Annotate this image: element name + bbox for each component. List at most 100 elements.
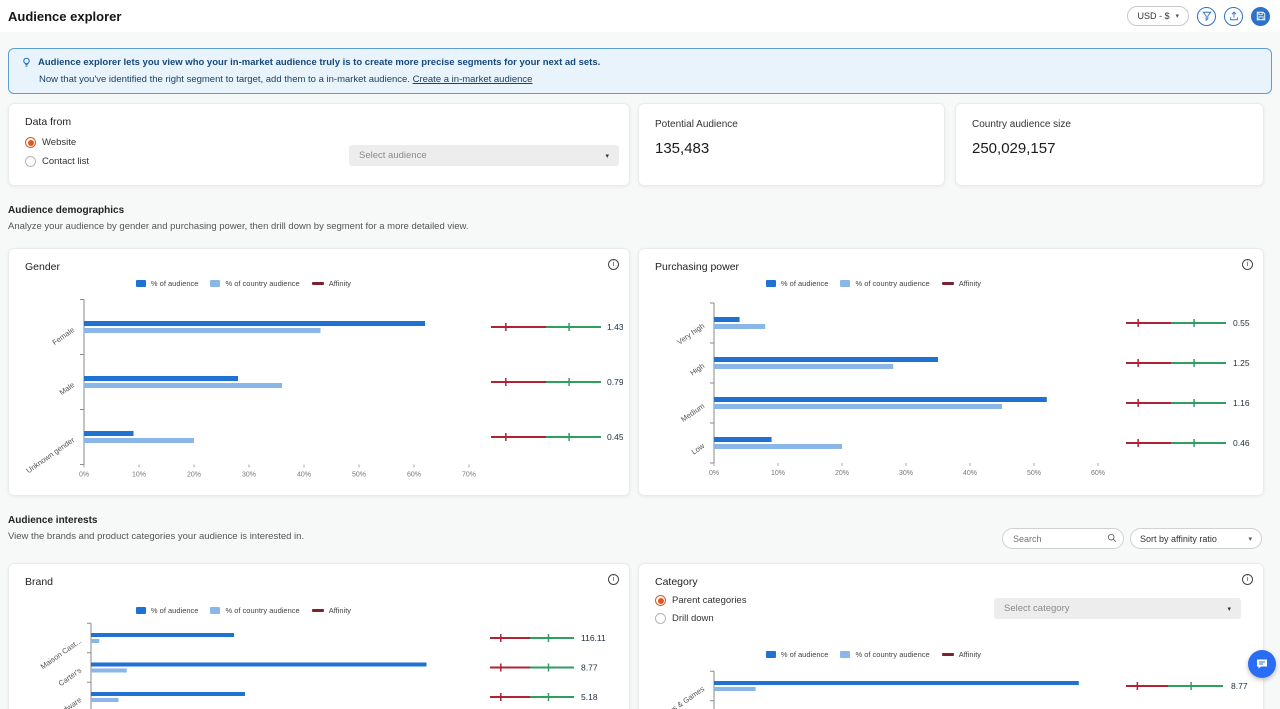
affinity-swatch: [312, 609, 324, 612]
country-audience-value: 250,029,157: [972, 140, 1055, 157]
radio-website[interactable]: Website: [25, 137, 76, 148]
demographics-section-title: Audience demographics: [8, 205, 124, 216]
legend-affinity-label: Affinity: [329, 279, 351, 288]
category-chart: Toys & Games8.774.250%10%20%30%40%50%60%: [647, 664, 1259, 709]
svg-text:20%: 20%: [187, 472, 201, 479]
svg-text:30%: 30%: [899, 470, 913, 477]
select-audience-dropdown[interactable]: Select audience ▾: [349, 145, 619, 166]
brand-card: Brand i % of audience % of country audie…: [8, 563, 630, 709]
audience-swatch: [136, 280, 146, 287]
info-banner: Audience explorer lets you view who your…: [8, 48, 1272, 94]
search-input[interactable]: [1002, 528, 1124, 549]
svg-text:0%: 0%: [709, 470, 719, 477]
sort-label: Sort by affinity ratio: [1140, 534, 1217, 544]
radio-drill-down-label: Drill down: [672, 613, 714, 624]
interests-section-subtitle: View the brands and product categories y…: [8, 531, 304, 542]
legend-audience-label: % of audience: [781, 279, 829, 288]
country-swatch: [210, 280, 220, 287]
radio-dot: [25, 137, 36, 148]
svg-text:40%: 40%: [963, 470, 977, 477]
audience-explorer-page: Audience explorer USD - $ ▾ Audience exp…: [0, 0, 1280, 709]
legend-affinity-label: Affinity: [959, 279, 981, 288]
radio-parent-categories[interactable]: Parent categories: [655, 595, 746, 606]
legend-country-label: % of country audience: [225, 279, 299, 288]
legend-country-label: % of country audience: [855, 650, 929, 659]
svg-text:40%: 40%: [297, 472, 311, 479]
country-swatch: [210, 607, 220, 614]
info-icon[interactable]: i: [1242, 259, 1253, 270]
svg-text:Unknown gender: Unknown gender: [25, 435, 77, 475]
search-wrap: [1002, 528, 1124, 549]
potential-audience-card: Potential Audience 135,483: [638, 103, 945, 186]
svg-text:8.77: 8.77: [1231, 681, 1248, 691]
data-from-title: Data from: [25, 116, 71, 128]
legend-audience-label: % of audience: [151, 606, 199, 615]
category-legend: % of audience % of country audience Affi…: [647, 650, 1107, 659]
svg-text:70%: 70%: [462, 472, 476, 479]
page-title: Audience explorer: [8, 9, 121, 24]
svg-text:Ace Hardware: Ace Hardware: [39, 695, 83, 709]
svg-text:1.43: 1.43: [607, 322, 623, 332]
country-audience-card: Country audience size 250,029,157: [955, 103, 1264, 186]
svg-text:0.45: 0.45: [607, 432, 623, 442]
chevron-down-icon: ▾: [1175, 12, 1179, 20]
currency-label: USD - $: [1137, 11, 1169, 21]
svg-text:50%: 50%: [352, 472, 366, 479]
gender-card: Gender i % of audience % of country audi…: [8, 248, 630, 496]
country-swatch: [840, 651, 850, 658]
select-category-placeholder: Select category: [1004, 603, 1069, 614]
currency-selector[interactable]: USD - $ ▾: [1127, 6, 1189, 26]
search-icon: [1107, 533, 1117, 543]
country-audience-label: Country audience size: [972, 119, 1071, 130]
svg-text:0%: 0%: [79, 472, 89, 479]
legend-audience-label: % of audience: [781, 650, 829, 659]
radio-contact-list[interactable]: Contact list: [25, 156, 89, 167]
purchasing-power-card: Purchasing power i % of audience % of co…: [638, 248, 1264, 496]
purchasing-power-chart-title: Purchasing power: [655, 261, 739, 273]
legend-affinity-label: Affinity: [959, 650, 981, 659]
info-icon[interactable]: i: [608, 574, 619, 585]
select-category-dropdown[interactable]: Select category ▾: [994, 598, 1241, 619]
legend-audience-label: % of audience: [151, 279, 199, 288]
affinity-swatch: [312, 282, 324, 285]
svg-text:Carter's: Carter's: [57, 666, 84, 688]
svg-text:10%: 10%: [132, 472, 146, 479]
affinity-swatch: [942, 282, 954, 285]
chat-icon: [1255, 657, 1269, 671]
svg-text:5.18: 5.18: [581, 692, 598, 702]
info-icon[interactable]: i: [1242, 574, 1253, 585]
select-audience-placeholder: Select audience: [359, 150, 427, 161]
svg-text:116.11: 116.11: [581, 633, 606, 643]
legend-affinity-label: Affinity: [329, 606, 351, 615]
export-button[interactable]: [1224, 7, 1243, 26]
svg-text:20%: 20%: [835, 470, 849, 477]
country-swatch: [840, 280, 850, 287]
save-button[interactable]: [1251, 7, 1270, 26]
chat-launcher-button[interactable]: [1248, 650, 1276, 678]
radio-parent-categories-label: Parent categories: [672, 595, 746, 606]
svg-text:0.79: 0.79: [607, 377, 623, 387]
radio-drill-down[interactable]: Drill down: [655, 613, 714, 624]
info-icon[interactable]: i: [608, 259, 619, 270]
create-audience-link[interactable]: Create a in-market audience: [413, 74, 533, 85]
audience-swatch: [766, 651, 776, 658]
chevron-down-icon: ▾: [605, 152, 609, 160]
sort-dropdown[interactable]: Sort by affinity ratio ▾: [1130, 528, 1262, 549]
chevron-down-icon: ▾: [1248, 535, 1252, 543]
svg-text:High: High: [688, 361, 706, 377]
svg-text:Male: Male: [58, 380, 76, 397]
svg-text:Female: Female: [50, 325, 76, 347]
potential-audience-label: Potential Audience: [655, 119, 738, 130]
data-from-card: Data from Website Contact list Select au…: [8, 103, 630, 186]
svg-text:50%: 50%: [1027, 470, 1041, 477]
filter-button[interactable]: [1197, 7, 1216, 26]
svg-text:30%: 30%: [242, 472, 256, 479]
svg-text:1.25: 1.25: [1233, 358, 1250, 368]
svg-text:0.46: 0.46: [1233, 438, 1250, 448]
top-bar-actions: USD - $ ▾: [1127, 6, 1270, 26]
svg-text:Very high: Very high: [675, 321, 706, 346]
legend-country-label: % of country audience: [225, 606, 299, 615]
potential-audience-value: 135,483: [655, 140, 709, 157]
upload-icon: [1229, 11, 1239, 21]
svg-text:8.77: 8.77: [581, 663, 598, 673]
